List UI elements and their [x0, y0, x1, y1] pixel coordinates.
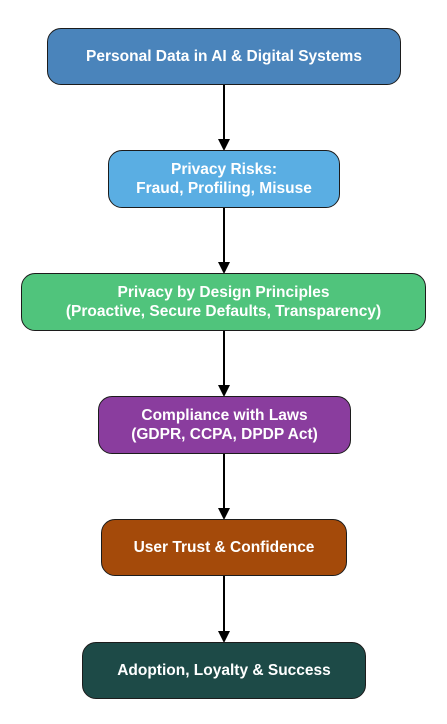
node-personal-data-line-1: Personal Data in AI & Digital Systems	[86, 48, 362, 65]
node-compliance-line-1: Compliance with Laws	[141, 407, 308, 424]
node-adoption: Adoption, Loyalty & Success	[82, 642, 366, 699]
node-compliance-line-2: (GDPR, CCPA, DPDP Act)	[131, 426, 318, 443]
flowchart: Personal Data in AI & Digital Systems Pr…	[0, 0, 447, 724]
node-user-trust: User Trust & Confidence	[101, 519, 347, 576]
node-privacy-risks-line-2: Fraud, Profiling, Misuse	[136, 180, 312, 197]
node-privacy-risks: Privacy Risks: Fraud, Profiling, Misuse	[108, 150, 340, 208]
node-compliance: Compliance with Laws (GDPR, CCPA, DPDP A…	[98, 396, 351, 454]
node-privacy-by-design-line-2: (Proactive, Secure Defaults, Transparenc…	[65, 303, 382, 320]
node-user-trust-line-1: User Trust & Confidence	[133, 539, 315, 556]
node-privacy-by-design-line-1: Privacy by Design Principles	[117, 284, 330, 301]
node-privacy-risks-line-1: Privacy Risks:	[171, 161, 277, 178]
node-personal-data: Personal Data in AI & Digital Systems	[47, 28, 401, 85]
node-adoption-line-1: Adoption, Loyalty & Success	[117, 662, 331, 679]
flowchart-arrows	[218, 85, 230, 643]
node-privacy-by-design: Privacy by Design Principles (Proactive,…	[21, 273, 426, 331]
